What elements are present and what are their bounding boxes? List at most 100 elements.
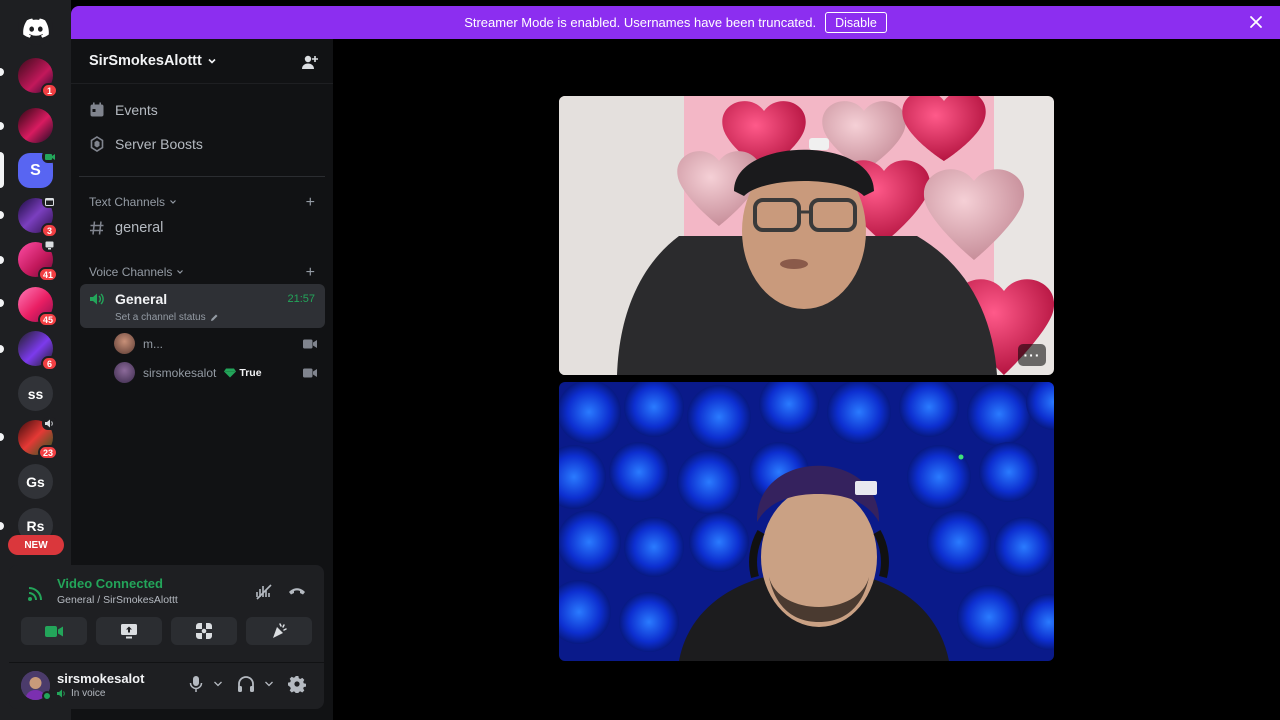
event-icon	[42, 195, 57, 208]
unread-pill	[0, 211, 4, 219]
server-icon-2[interactable]	[18, 108, 53, 143]
server-initials: S	[30, 161, 41, 179]
channel-name: general	[115, 220, 164, 236]
mention-badge: 23	[37, 445, 58, 460]
server-header[interactable]: SirSmokesAlottt	[71, 39, 333, 84]
unread-pill	[0, 522, 4, 530]
screen-share-icon	[121, 624, 137, 639]
voice-user[interactable]: m...	[114, 333, 163, 354]
close-icon[interactable]	[1248, 14, 1264, 30]
connection-location[interactable]: General / SirSmokesAlottt	[57, 594, 178, 606]
voice-user-name: sirsmokesalot	[143, 365, 217, 380]
soundboard-icon	[273, 623, 287, 638]
text-channels-category[interactable]: Text Channels	[89, 195, 177, 209]
server-initials: ss	[27, 385, 44, 402]
video-icon	[303, 368, 317, 378]
new-unreads-pill[interactable]: NEW	[8, 535, 64, 555]
voice-channels-category[interactable]: Voice Channels	[89, 265, 184, 279]
server-icon-gs[interactable]: Gs	[18, 464, 53, 499]
active-server-pill	[0, 152, 4, 188]
hashtag-icon	[90, 221, 104, 235]
video-tile-1[interactable]: ···	[559, 96, 1054, 375]
chevron-down-icon	[177, 270, 184, 274]
voice-connection-panel: Video Connected General / SirSmokesAlott…	[9, 565, 324, 709]
events-link[interactable]: Events	[89, 102, 158, 118]
video-feed-image	[559, 96, 1054, 375]
create-voice-channel-icon[interactable]: +	[306, 265, 315, 281]
create-text-channel-icon[interactable]: +	[306, 195, 315, 211]
connection-status: Video Connected	[57, 576, 163, 591]
tile-more-options-button[interactable]: ···	[1018, 344, 1046, 366]
category-label: Text Channels	[89, 195, 166, 209]
mention-badge: 45	[37, 312, 58, 327]
pencil-icon	[210, 314, 218, 321]
unread-pill	[0, 433, 4, 441]
server-initials: Gs	[26, 473, 45, 490]
server-icon-6[interactable]: 45	[18, 287, 58, 327]
voice-channel-name: General	[115, 291, 168, 307]
channel-general-text[interactable]: general	[89, 220, 163, 236]
unread-pill	[0, 299, 4, 307]
soundboard-button[interactable]	[246, 617, 312, 645]
unread-pill	[0, 122, 4, 130]
video-tile-2[interactable]	[559, 382, 1054, 661]
disconnect-icon[interactable]	[288, 585, 306, 597]
connection-signal-icon	[28, 587, 42, 601]
channel-status[interactable]: Set a channel status	[115, 312, 219, 323]
camera-icon	[45, 625, 63, 637]
voice-channel-general[interactable]: General 21:57 Set a channel status	[80, 284, 325, 328]
chevron-down-icon[interactable]	[264, 680, 274, 688]
video-feed-image	[559, 382, 1054, 661]
category-label: Voice Channels	[89, 265, 173, 279]
chevron-down-icon[interactable]	[213, 680, 223, 688]
discord-home-icon[interactable]	[18, 10, 53, 45]
activities-button[interactable]	[171, 617, 237, 645]
server-boosts-link[interactable]: Server Boosts	[89, 136, 203, 152]
user-panel: sirsmokesalot In voice	[9, 662, 324, 709]
server-icon-7[interactable]: 6	[18, 331, 58, 371]
chevron-down-icon	[208, 58, 216, 64]
mention-badge: 41	[37, 267, 58, 282]
server-icon-5[interactable]: 41	[18, 239, 58, 282]
video-icon	[303, 339, 317, 349]
user-status: In voice	[57, 688, 105, 699]
unread-pill	[0, 68, 4, 76]
microphone-icon[interactable]	[189, 675, 203, 693]
server-icon-1[interactable]: 1	[18, 58, 58, 98]
online-status-indicator	[42, 691, 52, 701]
activities-icon	[196, 623, 212, 639]
voice-user[interactable]: sirsmokesalot True	[114, 362, 262, 383]
server-initials: Rs	[26, 517, 45, 534]
username[interactable]: sirsmokesalot	[57, 671, 144, 686]
mention-badge: 6	[41, 356, 58, 371]
disable-streamer-mode-button[interactable]: Disable	[825, 12, 887, 33]
settings-gear-icon[interactable]	[288, 675, 306, 693]
noise-suppression-icon[interactable]	[255, 583, 273, 601]
discord-app: 1 S 3 41 45 6 ss 23 Gs Rs NEW Streamer M…	[0, 0, 1280, 720]
sidebar-divider	[79, 176, 325, 177]
headphones-icon[interactable]	[237, 675, 255, 693]
server-icon-ss[interactable]: ss	[18, 376, 53, 411]
server-icon-9[interactable]: 23	[18, 417, 58, 460]
screen-share-button[interactable]	[96, 617, 162, 645]
avatar	[114, 333, 135, 354]
video-activity-icon	[42, 150, 57, 163]
server-icon-s[interactable]: S	[18, 150, 57, 188]
status-placeholder: Set a channel status	[115, 312, 206, 323]
unread-pill	[0, 256, 4, 264]
chevron-down-icon	[170, 200, 176, 204]
banner-message: Streamer Mode is enabled. Usernames have…	[464, 15, 817, 30]
avatar	[114, 362, 135, 383]
speaker-icon	[57, 689, 65, 698]
user-status-text: In voice	[71, 688, 106, 699]
camera-button[interactable]	[21, 617, 87, 645]
boosts-label: Server Boosts	[115, 136, 203, 152]
unread-pill	[0, 345, 4, 353]
server-icon-4[interactable]: 3	[18, 195, 58, 238]
mention-badge: 1	[41, 83, 58, 98]
calendar-icon	[90, 102, 104, 117]
speaker-icon	[42, 417, 57, 430]
mention-badge: 3	[41, 223, 58, 238]
video-stage: ···	[333, 39, 1280, 720]
add-user-icon[interactable]	[301, 53, 319, 71]
